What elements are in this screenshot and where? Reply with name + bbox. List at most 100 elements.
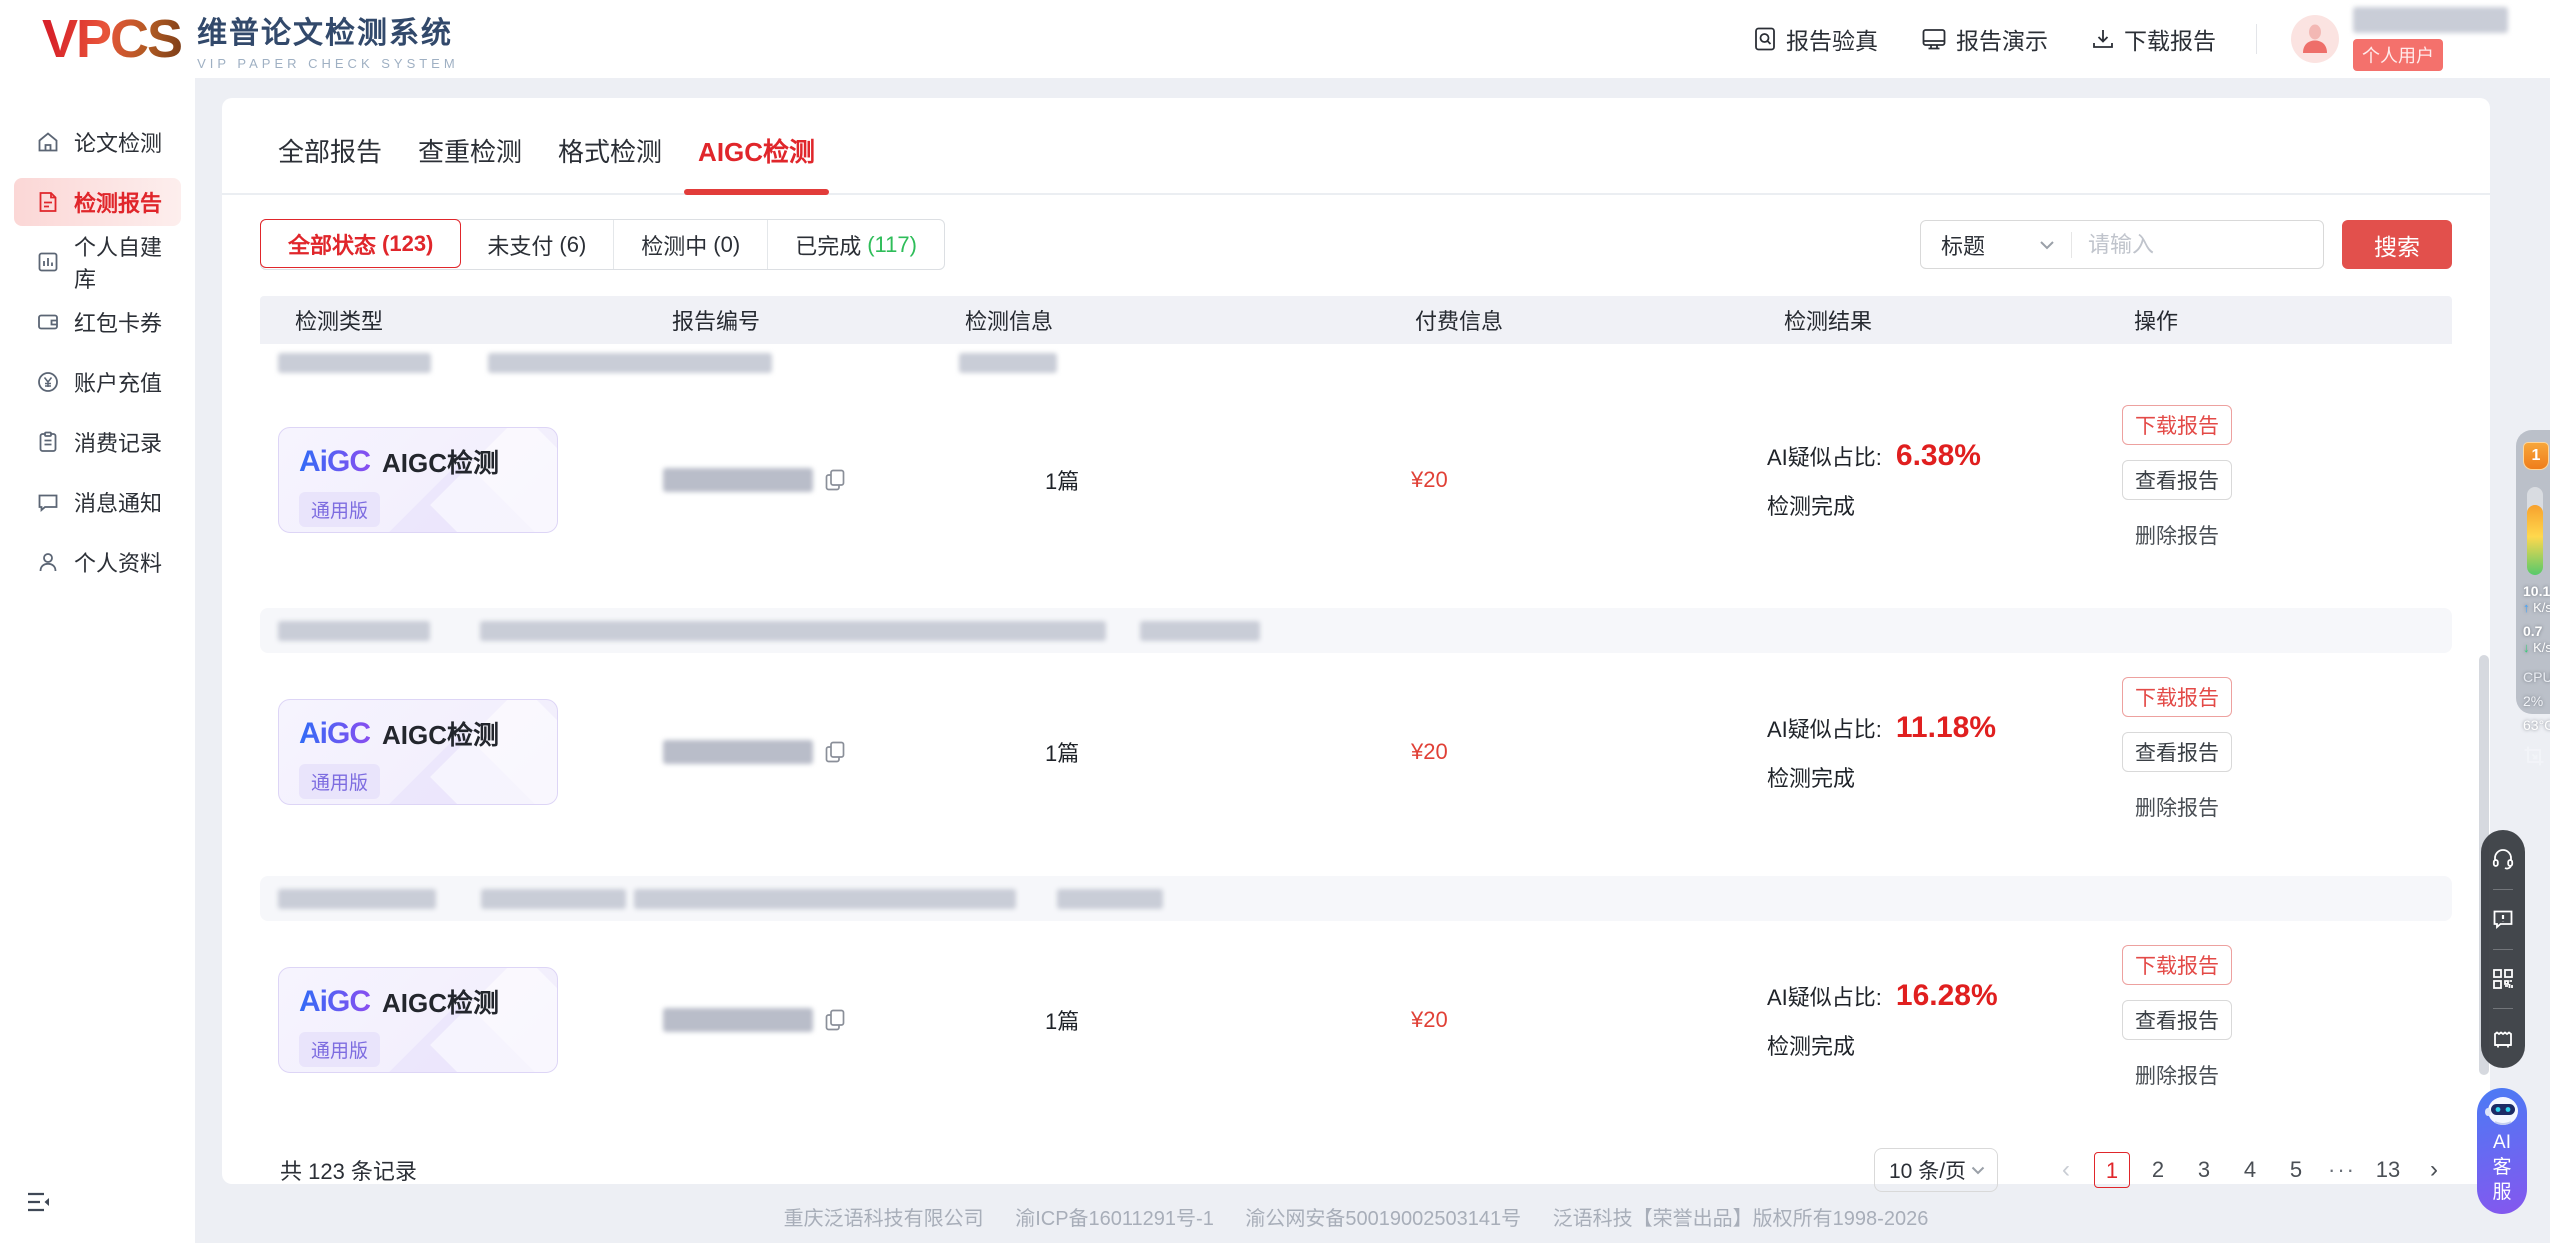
- ticket-icon[interactable]: [2492, 1028, 2514, 1050]
- copy-icon[interactable]: [825, 469, 845, 491]
- net-up-unit: ↑ K/s: [2523, 600, 2550, 615]
- sidebar-item-personal-library[interactable]: 个人自建库: [14, 238, 181, 286]
- qrcode-icon[interactable]: [2492, 968, 2514, 990]
- page-button-1[interactable]: 1: [2094, 1152, 2130, 1188]
- page-ellipsis[interactable]: ···: [2324, 1152, 2360, 1188]
- feedback-icon[interactable]: [2492, 908, 2514, 930]
- temperature-gauge: [2527, 487, 2543, 575]
- ai-customer-service-button[interactable]: AI 客 服: [2477, 1088, 2527, 1214]
- download-report-button[interactable]: 下载报告: [2122, 945, 2232, 985]
- aigc-type-card: AiGC AIGC检测 通用版: [278, 967, 558, 1073]
- search-button[interactable]: 搜索: [2342, 220, 2452, 269]
- footer-police: 渝公网安备50019002503141号: [1245, 1208, 1521, 1230]
- tab-format-check[interactable]: 格式检测: [558, 132, 662, 193]
- filter-all-status[interactable]: 全部状态 (123): [260, 219, 461, 268]
- version-badge: 通用版: [299, 764, 380, 799]
- status-filter-group: 全部状态 (123) 未支付 (6) 检测中 (0) 已完成 (117): [260, 219, 945, 270]
- paper-count: 1篇: [930, 464, 1079, 496]
- copy-icon[interactable]: [825, 741, 845, 763]
- prev-page-icon[interactable]: ‹: [2048, 1152, 2084, 1188]
- filter-all-count: (123): [382, 231, 433, 257]
- col-result: 检测结果: [1749, 304, 2099, 336]
- price: ¥20: [1380, 739, 1448, 765]
- page-button-13[interactable]: 13: [2370, 1152, 2406, 1188]
- sidebar-item-spend-records[interactable]: 消费记录: [14, 418, 181, 466]
- report-verify-icon: [1754, 27, 1776, 51]
- record-title-row: [260, 608, 2452, 653]
- price: ¥20: [1380, 467, 1448, 493]
- col-check-info: 检测信息: [930, 304, 1380, 336]
- tab-all-reports[interactable]: 全部报告: [278, 132, 382, 193]
- download-report-button[interactable]: 下载报告: [2122, 677, 2232, 717]
- sidebar-collapse-icon[interactable]: [26, 1191, 52, 1213]
- record-title-row: [260, 344, 2452, 381]
- footer-copyright: 泛语科技【荣誉出品】版权所有1998-2026: [1553, 1208, 1929, 1230]
- report-demo-link[interactable]: 报告演示: [1922, 22, 2048, 56]
- screenshot-crop-icon[interactable]: [2523, 745, 2550, 767]
- floating-toolbar: [2481, 830, 2525, 1068]
- tab-aigc-check[interactable]: AIGC检测: [698, 132, 815, 193]
- sidebar-item-coupons[interactable]: 红包卡券: [14, 298, 181, 346]
- download-report-link[interactable]: 下载报告: [2092, 22, 2216, 56]
- filter-completed[interactable]: 已完成 (117): [768, 220, 944, 269]
- headset-service-icon[interactable]: [2492, 848, 2514, 870]
- message-icon: [36, 490, 60, 514]
- delete-report-button[interactable]: 删除报告: [2122, 1055, 2232, 1095]
- sidebar-item-recharge[interactable]: 账户充值: [14, 358, 181, 406]
- brand-title: 维普论文检测系统: [197, 8, 459, 52]
- report-verify-link[interactable]: 报告验真: [1754, 22, 1878, 56]
- arrow-down-icon: ↓: [2523, 640, 2530, 655]
- delete-report-button[interactable]: 删除报告: [2122, 515, 2232, 555]
- check-status: 检测完成: [1767, 761, 2099, 793]
- shield-badge: 1: [2523, 442, 2549, 470]
- delete-report-button[interactable]: 删除报告: [2122, 787, 2232, 827]
- report-number-redacted: [663, 740, 813, 764]
- temperature-value: 63°C: [2523, 717, 2550, 733]
- view-report-button[interactable]: 查看报告: [2122, 1000, 2232, 1040]
- page-button-3[interactable]: 3: [2186, 1152, 2222, 1188]
- header-divider: [2256, 24, 2257, 54]
- download-report-button[interactable]: 下载报告: [2122, 405, 2232, 445]
- view-report-button[interactable]: 查看报告: [2122, 460, 2232, 500]
- sidebar-item-profile[interactable]: 个人资料: [14, 538, 181, 586]
- sidebar-item-paper-check[interactable]: 论文检测: [14, 118, 181, 166]
- search-field-select[interactable]: 标题: [1921, 229, 2071, 261]
- sidebar-item-notifications[interactable]: 消息通知: [14, 478, 181, 526]
- reports-table: 检测类型 报告编号 检测信息 付费信息 检测结果 操作 AiGC AIGC检测: [260, 296, 2452, 1119]
- copy-icon[interactable]: [825, 1009, 845, 1031]
- home-icon: [36, 130, 60, 154]
- ai-service-label: AI 客 服: [2492, 1130, 2511, 1205]
- system-monitor-widget[interactable]: 1 10.1 ↑ K/s 0.7 ↓ K/s CPU 2% 63°C: [2516, 430, 2550, 714]
- table-header-row: 检测类型 报告编号 检测信息 付费信息 检测结果 操作: [260, 296, 2452, 344]
- user-account[interactable]: 个人用户: [2291, 7, 2508, 71]
- search-input[interactable]: [2072, 232, 2323, 258]
- filter-checking[interactable]: 检测中 (0): [614, 220, 768, 269]
- check-result: AI疑似占比: 11.18% 检测完成: [1749, 711, 2099, 793]
- top-header: VPCS 维普论文检测系统 VIP PAPER CHECK SYSTEM 报告验…: [0, 0, 2550, 78]
- pagination-bar: 共 123 条记录 10 条/页 ‹ 1 2 3 4 5 ··· 13 ›: [260, 1139, 2452, 1201]
- report-number: [663, 1008, 845, 1032]
- page-button-5[interactable]: 5: [2278, 1152, 2314, 1188]
- page-button-2[interactable]: 2: [2140, 1152, 2176, 1188]
- check-status: 检测完成: [1767, 489, 2099, 521]
- avatar: [2291, 15, 2339, 63]
- table-row: AiGC AIGC检测 通用版 1篇 ¥20: [260, 381, 2452, 579]
- pager: ‹ 1 2 3 4 5 ··· 13 ›: [2048, 1152, 2452, 1188]
- sidebar-item-reports[interactable]: 检测报告: [14, 178, 181, 226]
- version-badge: 通用版: [299, 1032, 380, 1067]
- main-content-card: 全部报告 查重检测 格式检测 AIGC检测 全部状态 (123) 未支付 (6)…: [222, 98, 2490, 1184]
- page-size-select[interactable]: 10 条/页: [1874, 1148, 1998, 1192]
- library-chart-icon: [36, 250, 60, 274]
- sidebar: 论文检测 检测报告 个人自建库 红包卡券 账户充值: [0, 78, 195, 1243]
- check-result: AI疑似占比: 6.38% 检测完成: [1749, 439, 2099, 521]
- view-report-button[interactable]: 查看报告: [2122, 732, 2232, 772]
- check-result: AI疑似占比: 16.28% 检测完成: [1749, 979, 2099, 1061]
- filter-unpaid[interactable]: 未支付 (6): [460, 220, 614, 269]
- next-page-icon[interactable]: ›: [2416, 1152, 2452, 1188]
- page-button-4[interactable]: 4: [2232, 1152, 2268, 1188]
- ai-suspect-percent: 16.28%: [1896, 979, 1998, 1013]
- cpu-percent: 2%: [2523, 693, 2550, 709]
- tab-plagiarism-check[interactable]: 查重检测: [418, 132, 522, 193]
- aigc-type-card: AiGC AIGC检测 通用版: [278, 427, 558, 533]
- total-records: 共 123 条记录: [260, 1154, 417, 1186]
